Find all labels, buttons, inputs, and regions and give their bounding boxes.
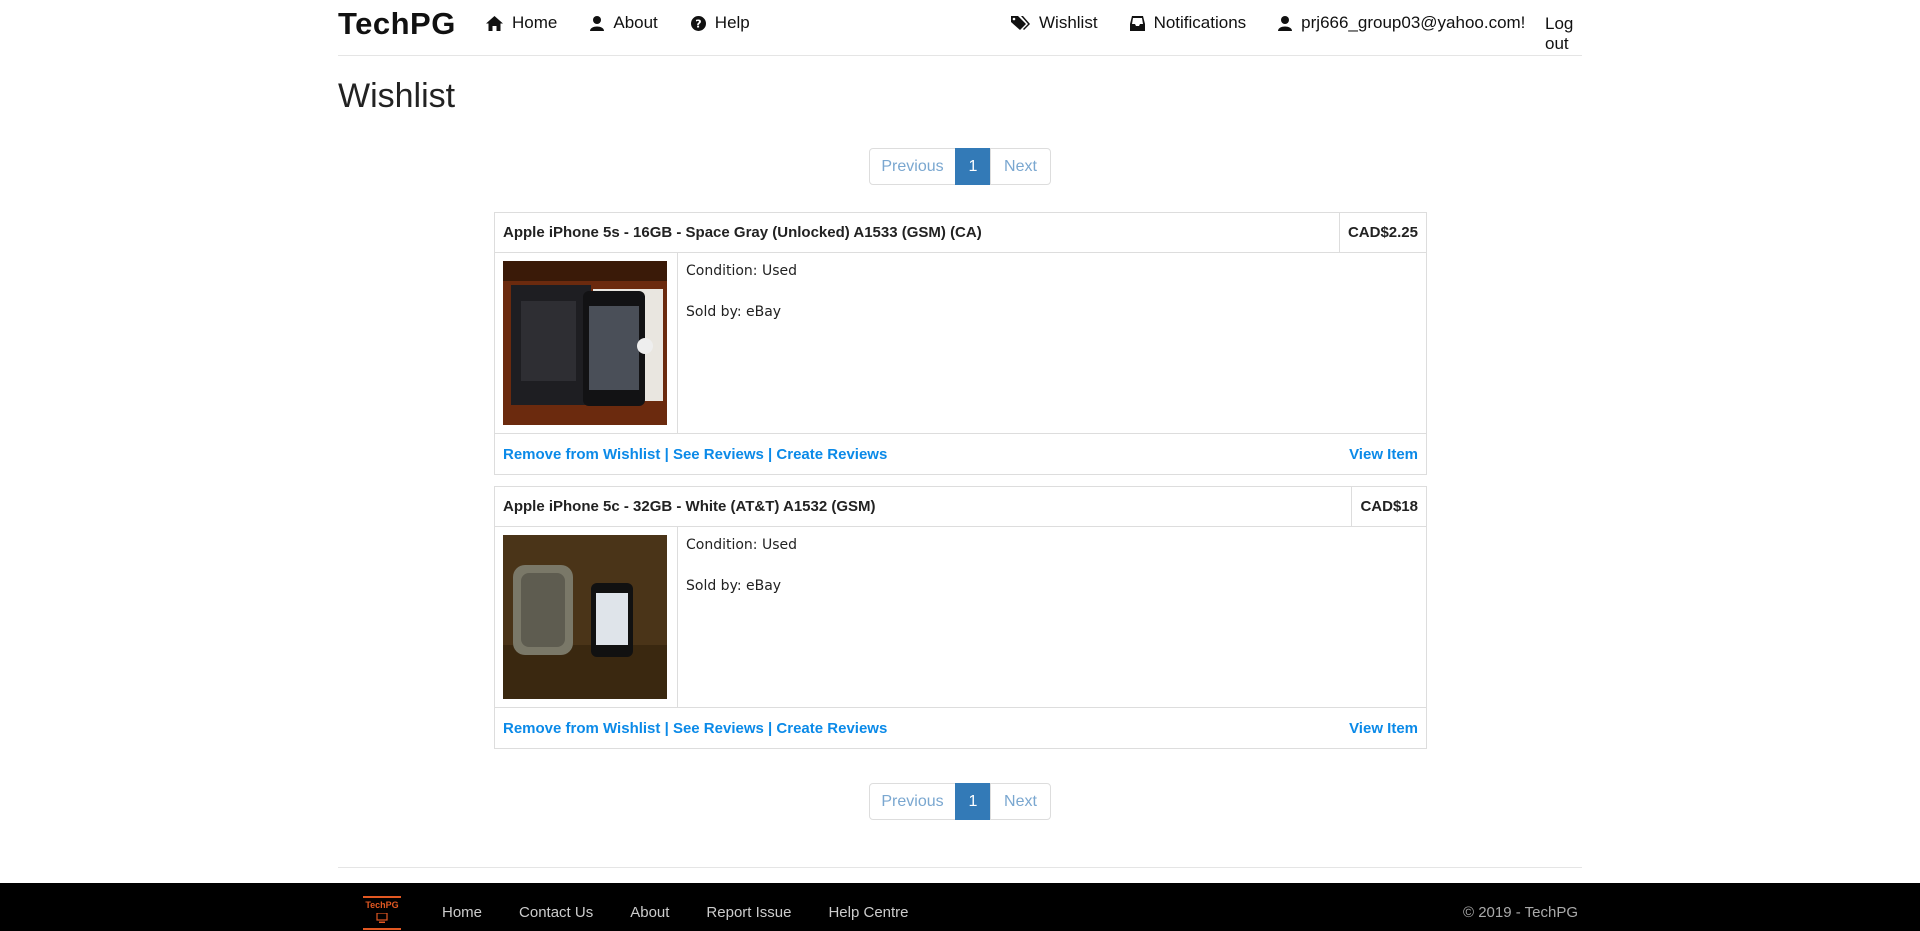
pagination-bottom: Previous 1 Next — [869, 783, 1051, 820]
item-footer: Remove from Wishlist | See Reviews | Cre… — [495, 708, 1426, 748]
copyright: © 2019 - TechPG — [1463, 904, 1579, 921]
see-reviews-link[interactable]: See Reviews — [673, 720, 764, 737]
nav-account-label: prj666_group03@yahoo.com! — [1301, 13, 1526, 32]
pagination-previous[interactable]: Previous — [869, 783, 956, 820]
item-seller: Sold by: eBay — [686, 578, 782, 594]
item-title: Apple iPhone 5c - 32GB - White (AT&T) A1… — [503, 498, 876, 515]
action-separator: | — [660, 719, 673, 737]
question-circle-icon: ? — [690, 15, 706, 31]
home-icon — [486, 15, 503, 31]
pagination-next[interactable]: Next — [990, 783, 1051, 820]
item-thumbnail-cell — [495, 527, 678, 707]
tags-icon — [1011, 15, 1030, 30]
remove-from-wishlist-link[interactable]: Remove from Wishlist — [503, 446, 660, 463]
item-condition: Condition: Used — [686, 537, 798, 553]
wishlist-item: Apple iPhone 5c - 32GB - White (AT&T) A1… — [494, 486, 1427, 749]
item-body: Condition: Used Sold by: eBay — [495, 527, 1426, 708]
item-price: CAD$18 — [1351, 487, 1426, 526]
item-header: Apple iPhone 5c - 32GB - White (AT&T) A1… — [495, 487, 1426, 527]
item-price: CAD$2.25 — [1338, 213, 1426, 252]
remove-from-wishlist-link[interactable]: Remove from Wishlist — [503, 720, 660, 737]
nav-left: Home About ? Help — [486, 13, 750, 33]
nav-help[interactable]: ? Help — [690, 13, 750, 33]
computer-icon — [376, 913, 388, 923]
create-reviews-link[interactable]: Create Reviews — [776, 720, 887, 737]
pagination-page-1[interactable]: 1 — [955, 148, 991, 185]
user-icon — [590, 15, 605, 31]
svg-text:?: ? — [695, 17, 701, 30]
nav-home-label: Home — [512, 13, 558, 32]
item-actions: Remove from Wishlist | See Reviews | Cre… — [503, 446, 887, 463]
page-title: Wishlist — [338, 77, 456, 115]
item-seller: Sold by: eBay — [686, 304, 782, 320]
wishlist-item: Apple iPhone 5s - 16GB - Space Gray (Unl… — [494, 212, 1427, 475]
item-thumbnail[interactable] — [503, 261, 667, 425]
pagination-top: Previous 1 Next — [869, 148, 1051, 185]
nav-wishlist-label: Wishlist — [1039, 13, 1098, 32]
item-body: Condition: Used Sold by: eBay — [495, 253, 1426, 434]
logout-link[interactable]: Log out — [1545, 14, 1582, 54]
pagination-page-1[interactable]: 1 — [955, 783, 991, 820]
item-header: Apple iPhone 5s - 16GB - Space Gray (Unl… — [495, 213, 1426, 253]
item-title: Apple iPhone 5s - 16GB - Space Gray (Unl… — [503, 224, 982, 241]
navbar: TechPG Home About ? Help Wishlist Notifi… — [338, 0, 1582, 56]
item-info: Condition: Used Sold by: eBay — [678, 527, 805, 707]
action-separator: | — [660, 445, 673, 463]
footer-links: Home Contact Us About Report Issue Help … — [442, 904, 909, 921]
footer-divider — [338, 867, 1582, 868]
footer-link-home[interactable]: Home — [442, 904, 482, 921]
nav-home[interactable]: Home — [486, 13, 557, 33]
footer-link-about[interactable]: About — [630, 904, 669, 921]
footer-link-report-issue[interactable]: Report Issue — [706, 904, 791, 921]
footer: TechPG Home Contact Us About Report Issu… — [0, 883, 1920, 931]
see-reviews-link[interactable]: See Reviews — [673, 446, 764, 463]
brand-logo[interactable]: TechPG — [338, 6, 456, 42]
footer-link-help-centre[interactable]: Help Centre — [828, 904, 908, 921]
nav-about[interactable]: About — [590, 13, 658, 33]
nav-right: Wishlist Notifications prj666_group03@ya… — [1011, 13, 1525, 33]
nav-wishlist[interactable]: Wishlist — [1011, 13, 1098, 33]
action-separator: | — [763, 719, 777, 737]
nav-help-label: Help — [714, 13, 750, 32]
item-actions: Remove from Wishlist | See Reviews | Cre… — [503, 720, 887, 737]
inbox-icon — [1129, 15, 1145, 31]
view-item-link[interactable]: View Item — [1349, 446, 1418, 463]
item-footer: Remove from Wishlist | See Reviews | Cre… — [495, 434, 1426, 474]
item-info: Condition: Used Sold by: eBay — [678, 253, 805, 433]
pagination-next[interactable]: Next — [990, 148, 1051, 185]
item-thumbnail[interactable] — [503, 535, 667, 699]
footer-logo-text: TechPG — [365, 900, 399, 910]
nav-notifications-label: Notifications — [1153, 13, 1247, 32]
item-thumbnail-cell — [495, 253, 678, 433]
pagination-previous[interactable]: Previous — [869, 148, 956, 185]
create-reviews-link[interactable]: Create Reviews — [776, 446, 887, 463]
action-separator: | — [763, 445, 777, 463]
footer-logo[interactable]: TechPG — [363, 896, 401, 930]
user-icon — [1278, 15, 1293, 31]
nav-notifications[interactable]: Notifications — [1129, 13, 1247, 33]
footer-link-contact-us[interactable]: Contact Us — [519, 904, 593, 921]
nav-about-label: About — [613, 13, 658, 32]
nav-account[interactable]: prj666_group03@yahoo.com! — [1278, 13, 1525, 33]
item-condition: Condition: Used — [686, 263, 798, 279]
view-item-link[interactable]: View Item — [1349, 720, 1418, 737]
